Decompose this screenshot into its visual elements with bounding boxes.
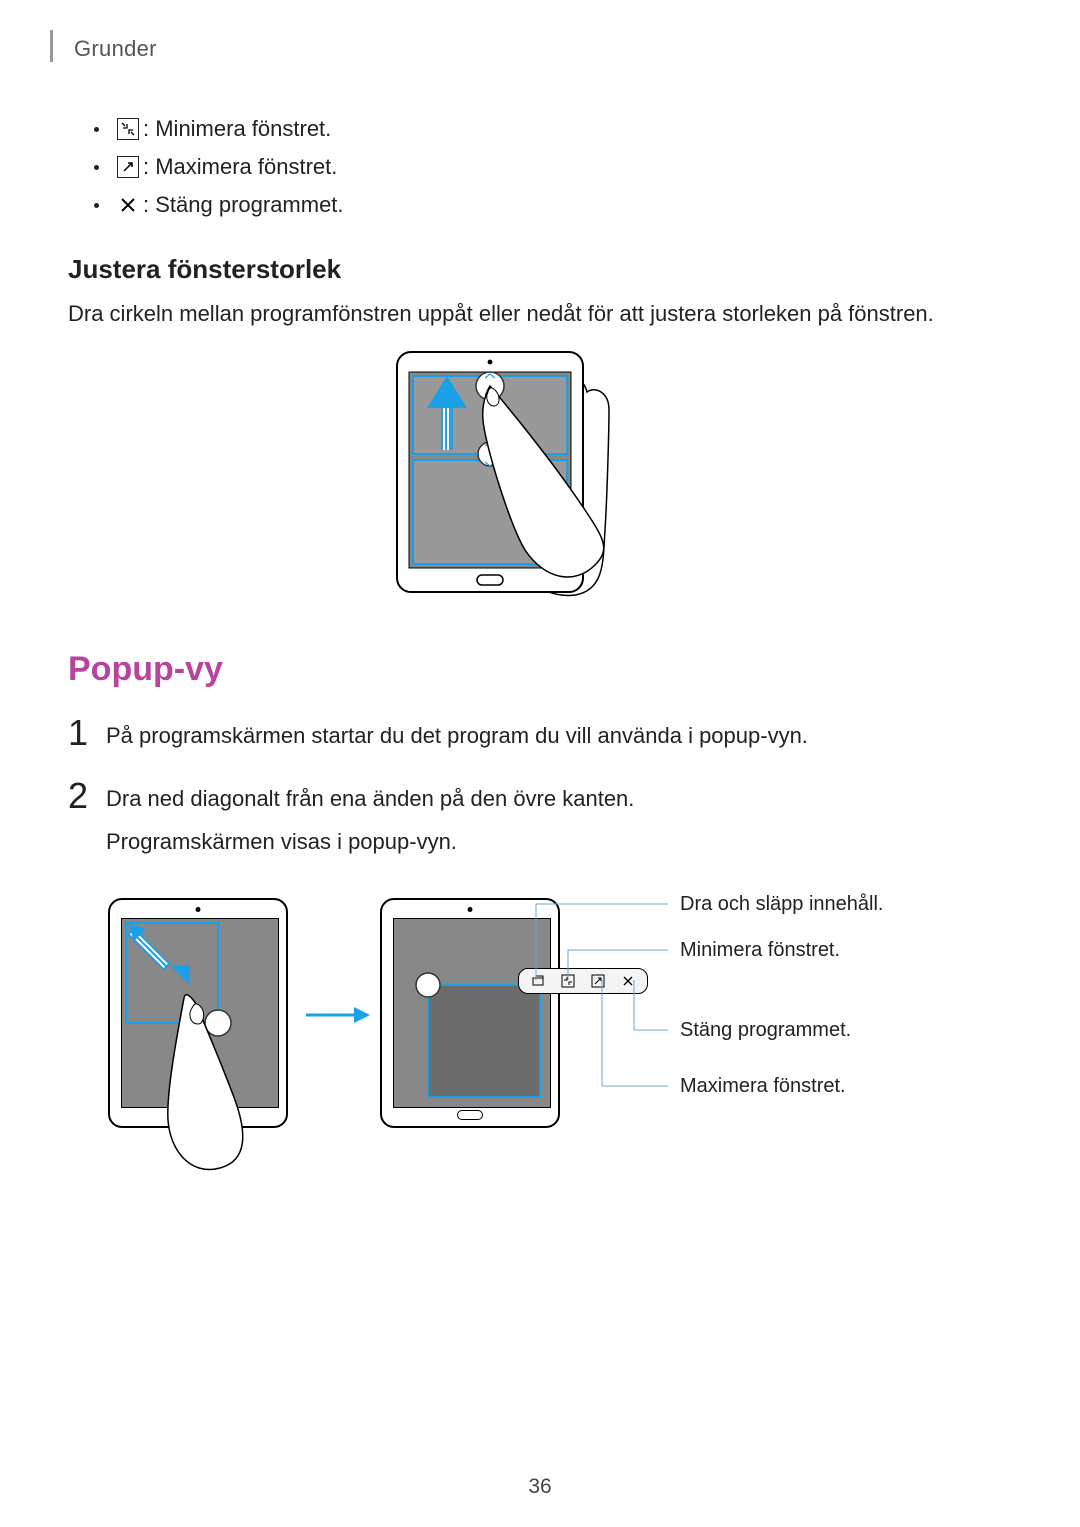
bullet-dot (94, 127, 99, 132)
step-text: Dra ned diagonalt från ena änden på den … (106, 782, 634, 815)
step-2: 2 Dra ned diagonalt från ena änden på de… (68, 782, 1012, 868)
maximize-icon (591, 974, 605, 988)
camera-hole (196, 907, 201, 912)
step-number: 2 (68, 778, 106, 814)
list-item: : Stäng programmet. (94, 192, 1012, 218)
camera-hole (468, 907, 473, 912)
paragraph: Dra cirkeln mellan programfönstren uppåt… (68, 299, 1012, 330)
page-number: 36 (528, 1475, 551, 1499)
minimize-icon (561, 974, 575, 988)
callout-close: Stäng programmet. (680, 1019, 851, 1042)
section-title-popup: Popup-vy (68, 650, 1012, 689)
tablet-right (380, 898, 560, 1128)
list-item: : Minimera fönstret. (94, 116, 1012, 142)
home-button (457, 1110, 483, 1120)
bullet-dot (94, 165, 99, 170)
header-accent-bar (50, 30, 53, 62)
figure-adjust-size (68, 350, 1012, 610)
tablet-screen (393, 918, 551, 1108)
tablet-screen (121, 918, 279, 1108)
list-item-label: : Maximera fönstret. (143, 154, 337, 180)
figure-popup-view: Dra och släpp innehåll. Minimera fönstre… (68, 888, 1012, 1188)
step-text: Programskärmen visas i popup-vyn. (106, 825, 634, 858)
callout-maximize: Maximera fönstret. (680, 1075, 846, 1098)
step-number: 1 (68, 715, 106, 751)
icon-definition-list: : Minimera fönstret. : Maximera fönstret… (94, 116, 1012, 218)
tablet-left (108, 898, 288, 1128)
steps-list: 1 På programskärmen startar du det progr… (68, 719, 1012, 868)
callout-drag-content: Dra och släpp innehåll. (680, 893, 883, 916)
bullet-dot (94, 203, 99, 208)
close-icon (117, 194, 139, 216)
callout-minimize: Minimera fönstret. (680, 939, 840, 962)
step-1: 1 På programskärmen startar du det progr… (68, 719, 1012, 762)
close-icon (621, 974, 635, 988)
maximize-icon (117, 156, 139, 178)
list-item-label: : Stäng programmet. (143, 192, 344, 218)
list-item: : Maximera fönstret. (94, 154, 1012, 180)
chapter-title: Grunder (74, 36, 157, 62)
step-text: På programskärmen startar du det program… (106, 719, 808, 752)
arrow-right-icon (304, 1000, 374, 1030)
minimize-icon (117, 118, 139, 140)
list-item-label: : Minimera fönstret. (143, 116, 331, 142)
drag-content-icon (531, 974, 545, 988)
page-body: : Minimera fönstret. : Maximera fönstret… (68, 110, 1012, 1188)
popup-toolbar (518, 968, 648, 994)
subheading-adjust: Justera fönsterstorlek (68, 254, 1012, 285)
home-button (185, 1110, 211, 1120)
